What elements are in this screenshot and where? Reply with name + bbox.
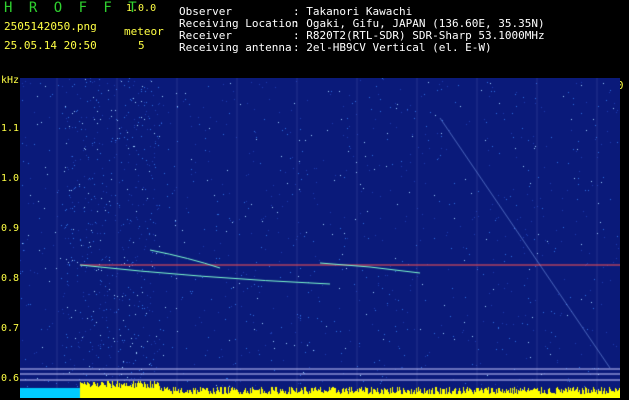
spectrogram-canvas (20, 78, 620, 398)
y-tick-label: 0.8 (1, 273, 20, 284)
filename-label: 2505142050.png (4, 20, 97, 33)
y-axis-unit: kHz (1, 75, 20, 86)
app-version: 1.0.0 (126, 3, 157, 14)
header-panel: H R O F F T 1.0.0 2505142050.png meteor … (0, 0, 629, 76)
y-tick-label: 1.0 (1, 173, 20, 184)
datetime-label: 25.05.14 20:50 (4, 39, 97, 52)
spectrogram (20, 78, 620, 398)
y-tick-label: 1.1 (1, 123, 20, 134)
y-tick-label: 0.9 (1, 223, 20, 234)
meteor-count-value: 5 (138, 39, 145, 52)
field-label-antenna: Receiving antenna (179, 41, 292, 54)
field-value-antenna: : 2el-HB9CV Vertical (el. E-W) (293, 41, 492, 54)
app-logo: H R O F F T (4, 0, 141, 16)
y-tick-label: 0.7 (1, 323, 20, 334)
y-tick-label: 0.6 (1, 373, 20, 384)
meteor-count-label: meteor (124, 25, 164, 38)
